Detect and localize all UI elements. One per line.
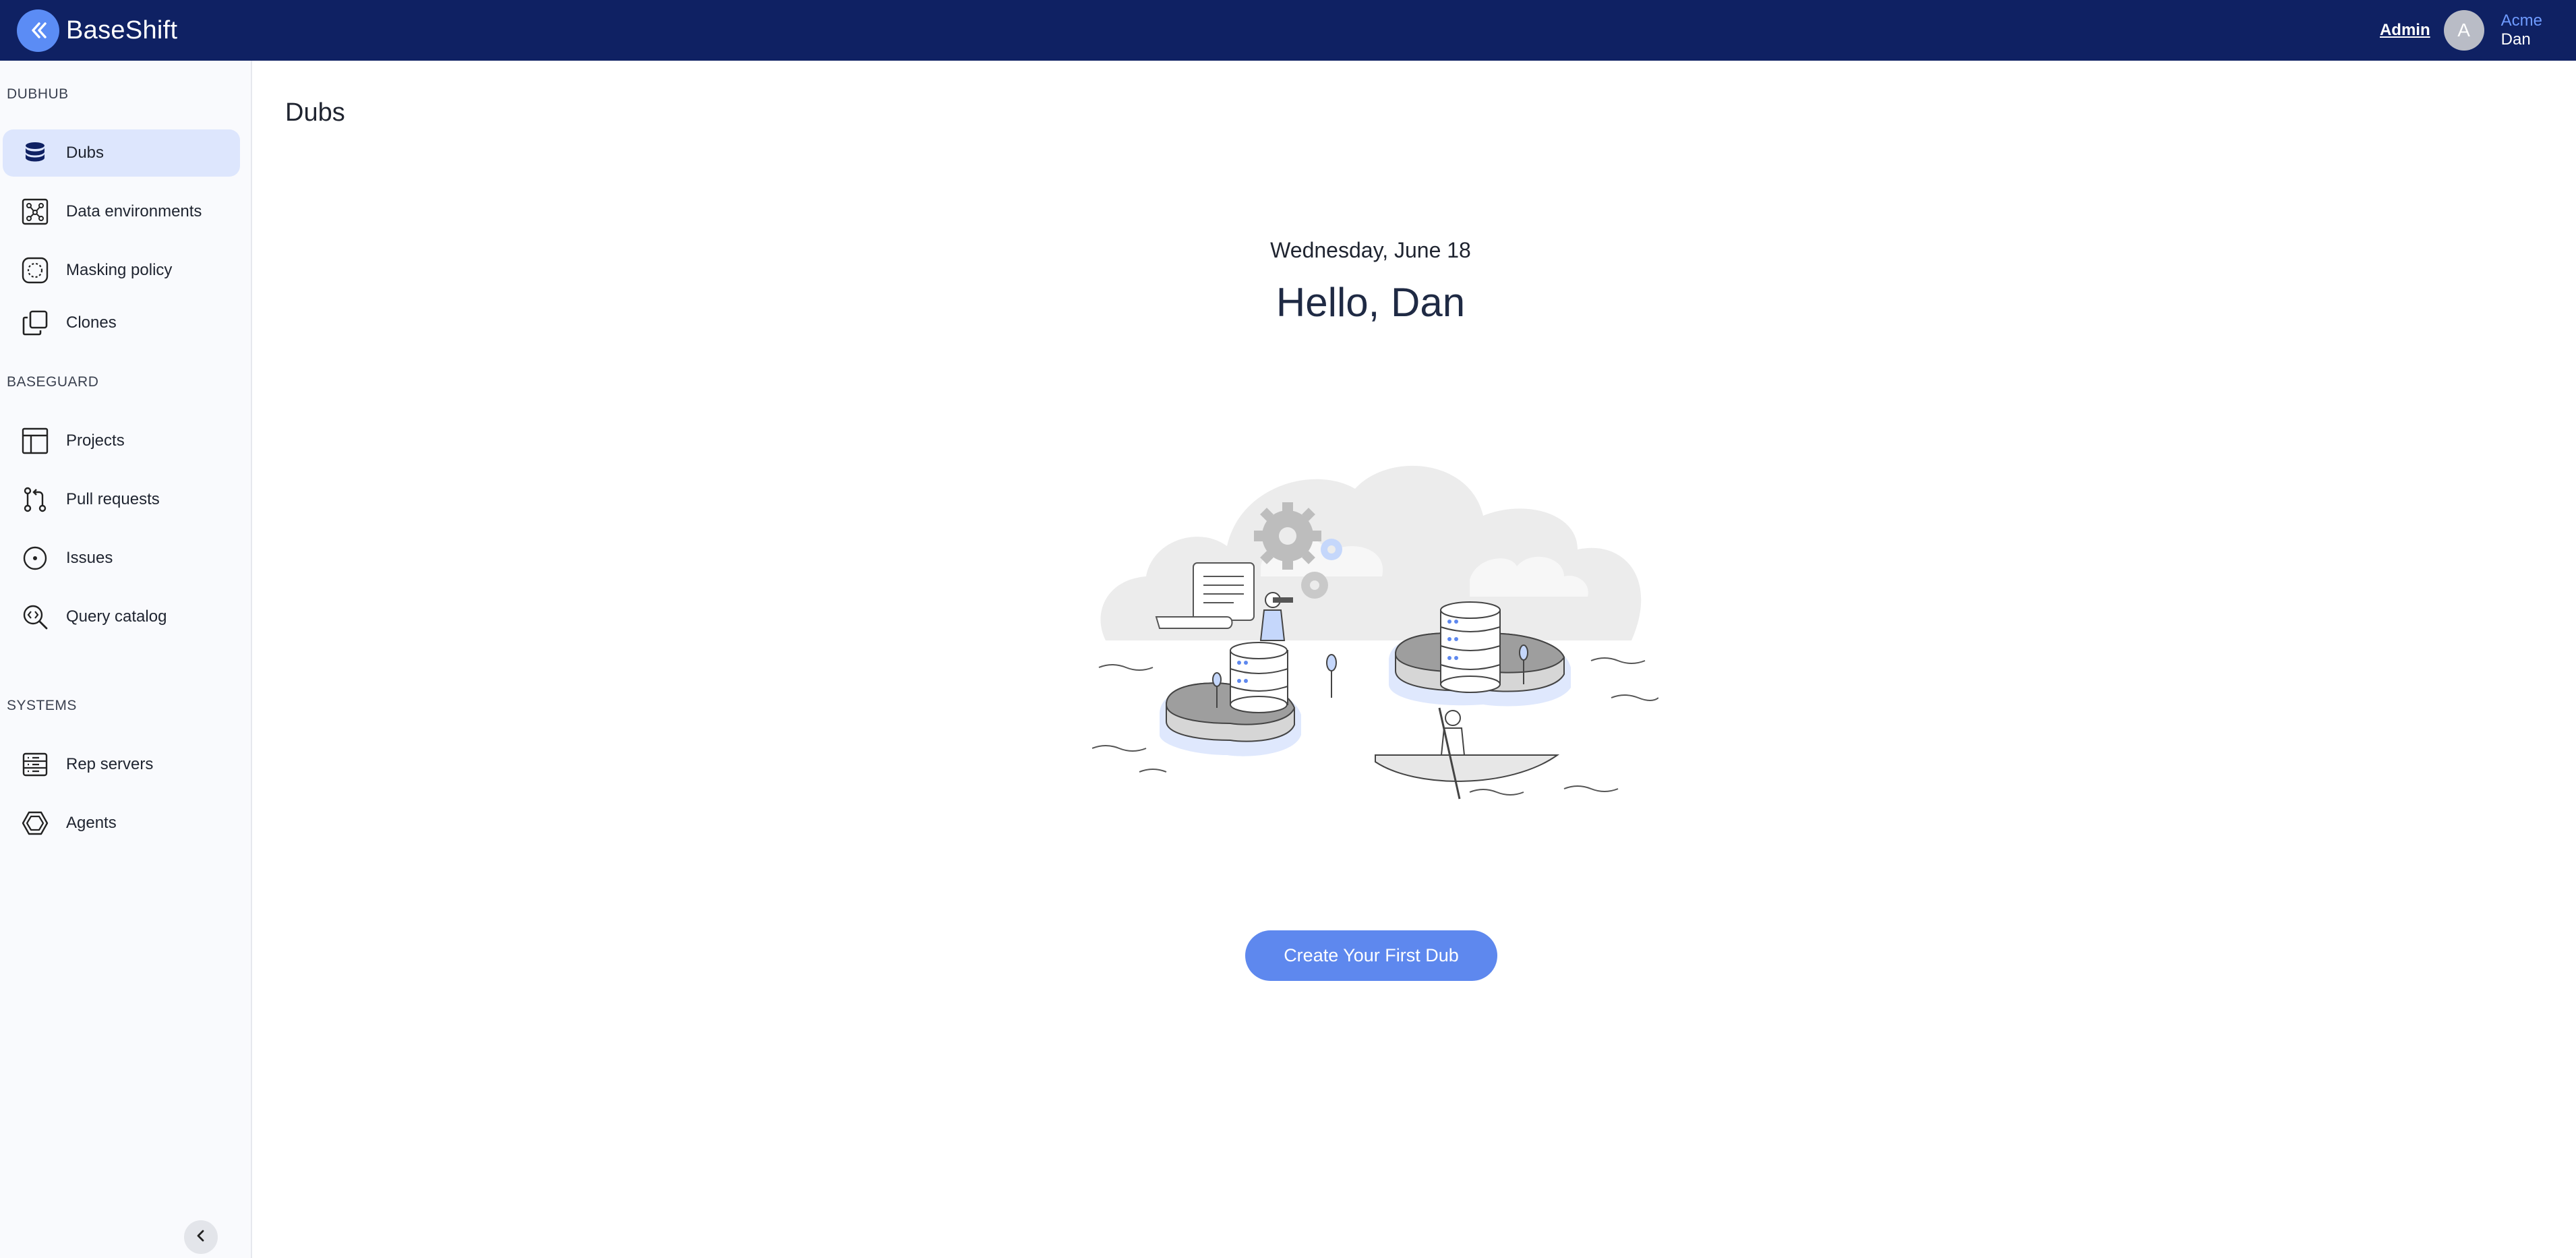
account-info[interactable]: Acme Dan	[2501, 11, 2542, 49]
database-icon	[20, 138, 50, 168]
current-date: Wednesday, June 18	[1270, 238, 1471, 262]
search-code-icon	[20, 602, 50, 632]
user-name: Dan	[2500, 30, 2531, 49]
section-label-systems: SYSTEMS	[7, 698, 77, 713]
sidebar-item-label: Query catalog	[66, 607, 167, 626]
sidebar-item-label: Agents	[66, 814, 117, 832]
sidebar-item-label: Clones	[66, 313, 117, 332]
hexagon-icon	[20, 808, 50, 838]
table-layout-icon	[20, 426, 50, 456]
top-bar: BaseShift Admin A Acme Dan	[0, 0, 2576, 61]
issue-icon	[20, 543, 50, 573]
sidebar-item-pull-requests[interactable]: Pull requests	[3, 476, 240, 523]
sidebar-item-clones[interactable]: Clones	[3, 299, 240, 347]
pull-request-icon	[20, 485, 50, 514]
sidebar-item-issues[interactable]: Issues	[3, 535, 240, 582]
sidebar-item-label: Issues	[66, 549, 113, 567]
section-label-dubhub: DUBHUB	[7, 86, 69, 102]
sidebar-item-dubs[interactable]: Dubs	[3, 129, 240, 177]
dashed-circle-icon	[20, 256, 50, 285]
account-area: Admin A Acme Dan	[2380, 0, 2542, 61]
sidebar-item-label: Masking policy	[66, 261, 173, 279]
network-icon	[20, 197, 50, 227]
sidebar-item-label: Data environments	[66, 202, 202, 220]
sidebar-item-masking-policy[interactable]: Masking policy	[3, 247, 240, 294]
org-name: Acme	[2500, 11, 2542, 30]
copy-icon	[20, 308, 50, 338]
sidebar-item-data-environments[interactable]: Data environments	[3, 188, 240, 235]
gear-icon	[1254, 502, 1321, 570]
sidebar-item-projects[interactable]: Projects	[3, 417, 240, 465]
greeting: Hello, Dan	[1276, 280, 1466, 325]
sidebar: DUBHUB Dubs Data environments Masking po…	[0, 61, 252, 1258]
sidebar-item-label: Projects	[66, 431, 125, 450]
create-first-dub-button[interactable]: Create Your First Dub	[1245, 930, 1497, 981]
double-chevron-left-icon[interactable]	[17, 9, 59, 52]
sidebar-item-rep-servers[interactable]: Rep servers	[3, 741, 240, 788]
avatar[interactable]: A	[2443, 10, 2484, 51]
brand-name: BaseShift	[66, 16, 178, 44]
server-icon	[20, 750, 50, 779]
sidebar-item-agents[interactable]: Agents	[3, 800, 240, 847]
brand[interactable]: BaseShift	[17, 0, 177, 61]
empty-state-illustration	[1092, 465, 1658, 800]
sidebar-item-label: Pull requests	[66, 490, 160, 508]
chevron-left-icon	[193, 1228, 208, 1247]
admin-link[interactable]: Admin	[2380, 21, 2430, 40]
collapse-sidebar-button[interactable]	[184, 1220, 218, 1254]
sidebar-item-label: Rep servers	[66, 755, 154, 773]
page-title: Dubs	[285, 98, 345, 127]
section-label-baseguard: BASEGUARD	[7, 374, 99, 390]
sidebar-item-query-catalog[interactable]: Query catalog	[3, 593, 240, 640]
sidebar-item-label: Dubs	[66, 144, 104, 162]
